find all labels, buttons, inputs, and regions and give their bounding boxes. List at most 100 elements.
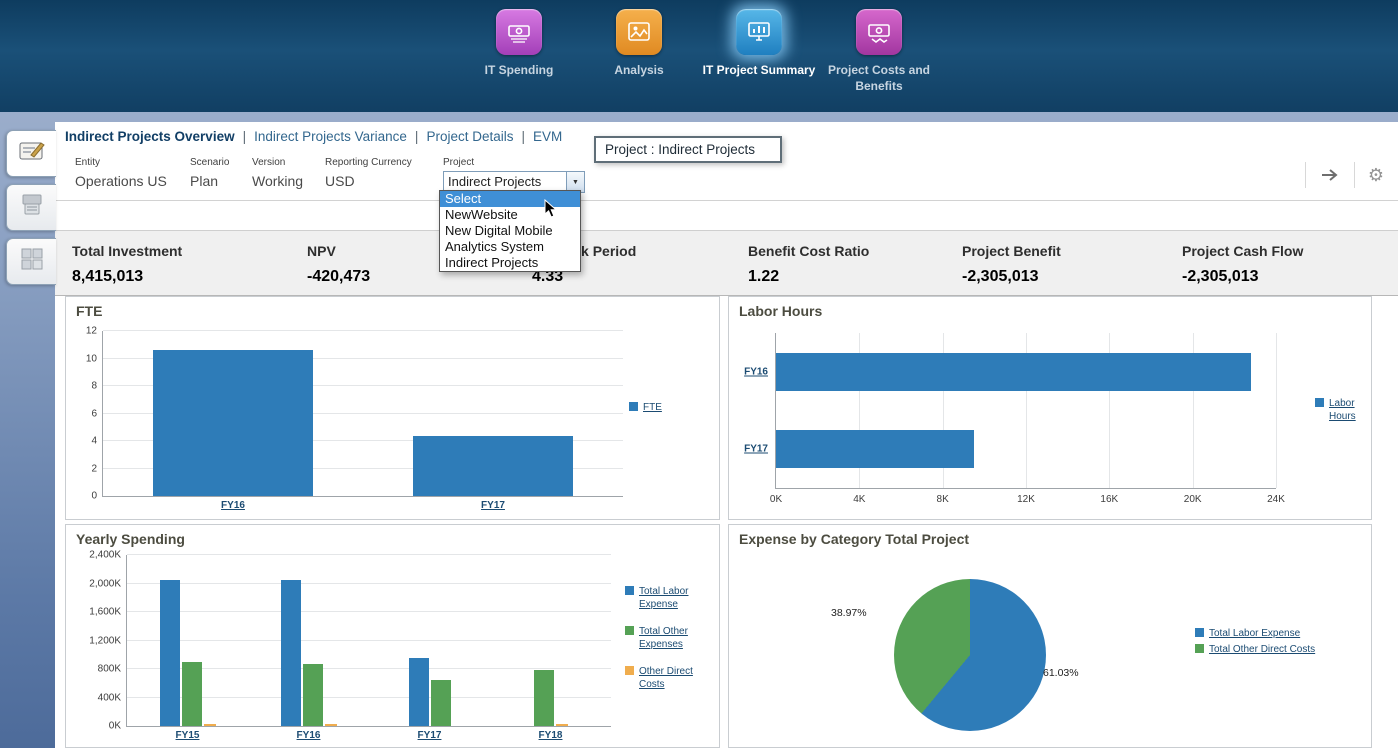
dropdown-option-newwebsite[interactable]: NewWebsite <box>440 207 580 223</box>
category-column-fy16: FY16 <box>248 555 369 726</box>
kpi-band: Total Investment8,415,013NPV-420,473Payb… <box>55 230 1398 296</box>
kpi-npv: NPV-420,473 <box>307 243 370 286</box>
bar-fy17[interactable] <box>413 436 573 497</box>
bar-fy15-total-labor-expense[interactable] <box>160 580 180 726</box>
dropdown-arrow-icon[interactable]: ▼ <box>566 172 584 192</box>
tab-evm[interactable]: EVM <box>533 129 562 144</box>
pov-field-value[interactable]: USD <box>325 173 443 189</box>
kpi-label: NPV <box>307 243 370 259</box>
divider <box>1305 162 1306 188</box>
desktop-background: IT SpendingAnalysisIT Project SummaryPro… <box>0 0 1398 748</box>
legend-item-total-labor-expense[interactable]: Total Labor Expense <box>625 585 711 611</box>
app-it-project-summary[interactable]: IT Project Summary <box>699 9 819 94</box>
sidebar-tab-2[interactable] <box>6 184 56 231</box>
gear-icon[interactable]: ⚙ <box>1368 166 1384 184</box>
pov-field-value[interactable]: Operations US <box>75 173 190 189</box>
project-costs-benefits-app-icon[interactable] <box>856 9 902 55</box>
y-axis-tick-label: 8 <box>91 381 97 392</box>
dropdown-option-analytics-system[interactable]: Analytics System <box>440 239 580 255</box>
plot-columns: FY15FY16FY17FY18 <box>127 555 611 726</box>
x-axis-label-fy16[interactable]: FY16 <box>103 500 363 511</box>
tab-indirect-projects-variance[interactable]: Indirect Projects Variance <box>254 129 407 144</box>
category-row-fy17: FY17 <box>776 411 1276 489</box>
project-select-value[interactable]: Indirect Projects <box>444 172 566 192</box>
legend-item-labor-hours[interactable]: Labor Hours <box>1315 397 1365 423</box>
legend-item-total-other-expenses[interactable]: Total Other Expenses <box>625 625 711 651</box>
app-analysis[interactable]: Analysis <box>579 9 699 94</box>
legend-item-total-other-direct-costs[interactable]: Total Other Direct Costs <box>1195 643 1365 656</box>
dropdown-option-select[interactable]: Select <box>440 191 580 207</box>
legend-item-other-direct-costs[interactable]: Other Direct Costs <box>625 665 711 691</box>
x-axis-tick-label: 12K <box>1017 494 1035 505</box>
yearly-plot-area: 0K400K800K1,200K1,600K2,000K2,400KFY15FY… <box>126 555 611 727</box>
legend-label: Total Labor Expense <box>639 585 711 611</box>
bar-fy18-total-other-expenses[interactable] <box>534 670 554 726</box>
chart-title: Labor Hours <box>739 303 822 319</box>
kpi-project-cash-flow: Project Cash Flow-2,305,013 <box>1182 243 1303 286</box>
report-icon <box>18 191 46 224</box>
legend-swatch-total-labor-expense <box>625 586 634 595</box>
x-axis-label-fy18[interactable]: FY18 <box>490 730 611 741</box>
expense-by-category-chart-body: 61.03%38.97%Total Labor ExpenseTotal Oth… <box>729 525 1371 747</box>
bar-fy17-total-other-expenses[interactable] <box>431 680 451 726</box>
pie-chart[interactable] <box>894 579 1046 731</box>
bar-fy17-total-labor-expense[interactable] <box>409 658 429 726</box>
pov-fields: EntityOperations USScenarioPlanVersionWo… <box>75 157 443 189</box>
bar-group-fy15 <box>160 555 216 726</box>
x-axis-tick-label: 20K <box>1184 494 1202 505</box>
app-it-spending[interactable]: IT Spending <box>459 9 579 94</box>
plot-columns: FY16FY17 <box>103 331 623 496</box>
bar-fy15-other-direct-costs[interactable] <box>204 724 216 726</box>
x-axis-tick-label: 4K <box>853 494 865 505</box>
y-axis-tick-label: 1,200K <box>89 635 121 646</box>
chart-title: FTE <box>76 303 102 319</box>
x-axis-label-fy16[interactable]: FY16 <box>248 730 369 741</box>
app-project-costs-and-benefits[interactable]: Project Costs and Benefits <box>819 9 939 94</box>
bar-fy16-other-direct-costs[interactable] <box>325 724 337 726</box>
tab-separator: | <box>243 129 247 144</box>
dropdown-option-new-digital-mobile[interactable]: New Digital Mobile <box>440 223 580 239</box>
y-axis-tick-label: 4 <box>91 436 97 447</box>
bar-fy16-total-labor-expense[interactable] <box>281 580 301 726</box>
bar-fy17[interactable] <box>776 430 974 468</box>
kpi-value: 1.22 <box>748 268 869 286</box>
bar-fy16[interactable] <box>153 350 313 496</box>
y-axis-label-fy16[interactable]: FY16 <box>744 366 768 377</box>
it-project-summary-app-icon[interactable] <box>736 9 782 55</box>
legend-label: Other Direct Costs <box>639 665 711 691</box>
x-axis-label-fy15[interactable]: FY15 <box>127 730 248 741</box>
x-axis-label-fy17[interactable]: FY17 <box>369 730 490 741</box>
y-axis-tick-label: 6 <box>91 408 97 419</box>
it-spending-app-icon[interactable] <box>496 9 542 55</box>
y-axis-tick-label: 0 <box>91 491 97 502</box>
sidebar-tab-1[interactable] <box>6 130 56 177</box>
divider <box>1354 162 1355 188</box>
legend-item-fte[interactable]: FTE <box>629 401 709 414</box>
pov-field-value[interactable]: Plan <box>190 173 252 189</box>
pov-field-reporting-currency: Reporting CurrencyUSD <box>325 157 443 189</box>
app-label: IT Project Summary <box>703 63 816 79</box>
category-column-fy16: FY16 <box>103 331 363 496</box>
legend-item-total-labor-expense[interactable]: Total Labor Expense <box>1195 627 1365 640</box>
x-axis-label-fy17[interactable]: FY17 <box>363 500 623 511</box>
labor-hours-chart-panel: Labor Hours 0K4K8K12K16K20K24KFY16FY17La… <box>728 296 1372 520</box>
bar-fy18-other-direct-costs[interactable] <box>556 724 568 726</box>
forward-arrow-icon[interactable] <box>1319 167 1341 183</box>
tab-project-details[interactable]: Project Details <box>426 129 513 144</box>
bar-group-fy16 <box>281 555 337 726</box>
bar-fy15-total-other-expenses[interactable] <box>182 662 202 726</box>
pov-field-entity: EntityOperations US <box>75 157 190 189</box>
bar-fy16-total-other-expenses[interactable] <box>303 664 323 726</box>
dropdown-option-indirect-projects[interactable]: Indirect Projects <box>440 255 580 271</box>
y-axis-tick-label: 2,400K <box>89 550 121 561</box>
pov-field-value[interactable]: Working <box>252 173 325 189</box>
legend-label: Labor Hours <box>1329 397 1365 423</box>
bar-fy16[interactable] <box>776 353 1251 391</box>
tab-indirect-projects-overview[interactable]: Indirect Projects Overview <box>65 129 235 144</box>
analysis-app-icon[interactable] <box>616 9 662 55</box>
y-axis-tick-label: 2,000K <box>89 578 121 589</box>
chart-legend: FTE <box>629 401 709 414</box>
sidebar-tab-3[interactable] <box>6 238 56 285</box>
tab-separator: | <box>415 129 419 144</box>
y-axis-label-fy17[interactable]: FY17 <box>744 444 768 455</box>
